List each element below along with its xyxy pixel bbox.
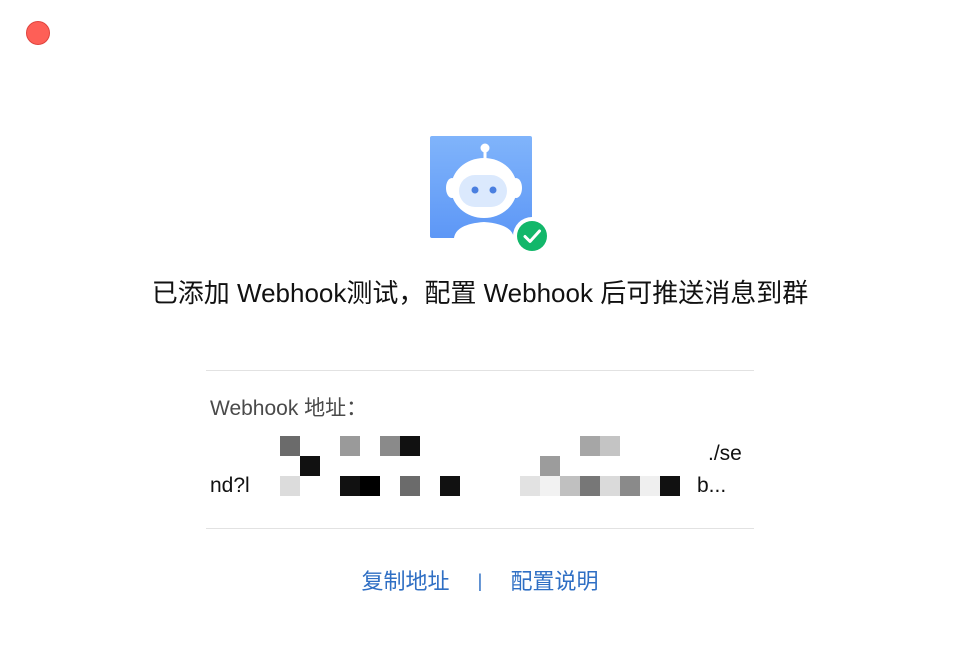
action-separator: |	[477, 571, 483, 591]
url-redaction-pixel	[600, 436, 620, 456]
url-redaction-pixel	[300, 456, 320, 476]
copy-address-link[interactable]: 复制地址	[362, 569, 450, 594]
url-redaction-pixel	[620, 476, 640, 496]
url-redaction-pixel	[580, 436, 600, 456]
url-redaction-pixel	[540, 456, 560, 476]
webhook-url-ellipsis: b...	[697, 474, 727, 497]
url-redaction-pixel	[540, 476, 560, 496]
url-redaction-pixel	[660, 476, 680, 496]
bottom-divider	[206, 528, 754, 529]
webhook-url-fragment-start: nd?l	[210, 474, 250, 497]
url-redaction-pixel	[280, 436, 300, 456]
webhook-url-fragment-end: ./se	[708, 442, 742, 465]
url-redaction-pixel	[400, 436, 420, 456]
webhook-url-value: ./se nd?l b...	[206, 430, 754, 500]
url-redaction-pixel	[380, 436, 400, 456]
webhook-added-window: 已添加 Webhook测试，配置 Webhook 后可推送消息到群 Webhoo…	[0, 0, 960, 660]
check-circle-icon	[513, 217, 551, 255]
url-redaction-pixel	[520, 476, 540, 496]
url-redaction-pixel	[340, 476, 360, 496]
webhook-address-label: Webhook 地址：	[210, 397, 368, 420]
url-redaction-pixel	[580, 476, 600, 496]
configuration-guide-link[interactable]: 配置说明	[510, 569, 598, 594]
url-redaction-pixel	[440, 476, 460, 496]
action-links: 复制地址 | 配置说明	[0, 564, 960, 596]
close-window-button[interactable]	[26, 21, 50, 45]
url-redaction-pixel	[360, 476, 380, 496]
url-redaction-pixel	[640, 476, 660, 496]
url-redaction-pixel	[280, 476, 300, 496]
url-redaction-pixel	[340, 436, 360, 456]
webhook-added-title: 已添加 Webhook测试，配置 Webhook 后可推送消息到群	[151, 278, 809, 308]
url-redaction-pixel	[600, 476, 620, 496]
top-divider	[206, 370, 754, 371]
bot-avatar-container	[430, 136, 551, 255]
url-redaction-pixel	[400, 476, 420, 496]
url-redaction-pixel	[560, 476, 580, 496]
